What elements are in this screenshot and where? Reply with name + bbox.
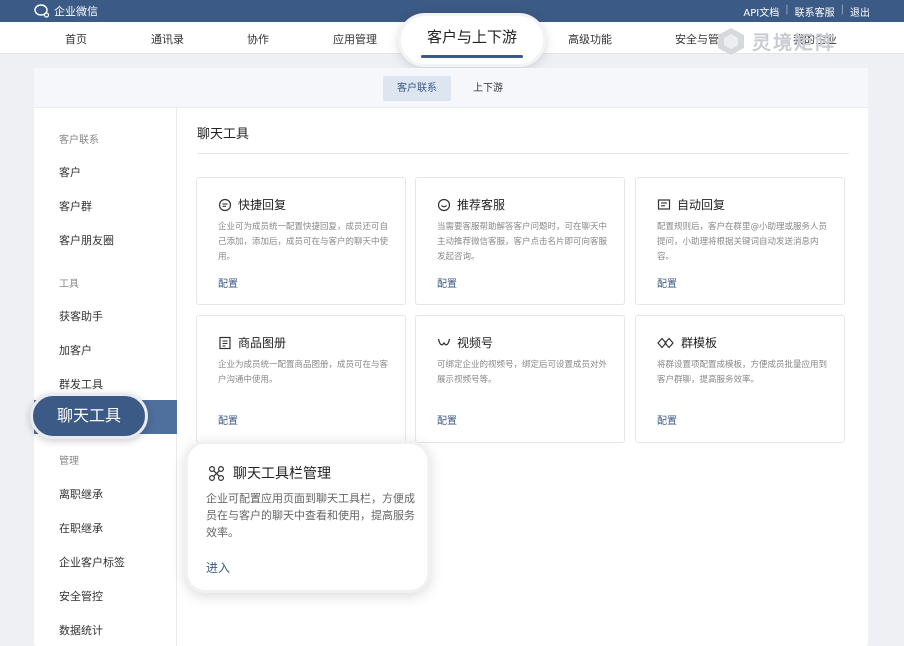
- contact-support-link[interactable]: 联系客服: [795, 4, 835, 19]
- sidebar-group-tools: 工具: [59, 279, 79, 290]
- separator: |: [840, 4, 844, 15]
- card-desc: 企业可为成员统一配置快捷回复，成员还可自己添加，添加后，成员可在与客户的聊天中使…: [218, 222, 389, 262]
- nav-active-label: 客户与上下游: [426, 28, 517, 46]
- card-title: 视频号: [457, 336, 494, 350]
- sidebar-item-acquisition[interactable]: 获客助手: [59, 308, 103, 324]
- card-desc: 配置规则后，客户在群里@小助理或服务人员提问，小助理将根据关键词自动发送消息内容…: [657, 222, 828, 262]
- nav-advanced[interactable]: 高级功能: [568, 31, 612, 47]
- nav-contacts[interactable]: 通讯录: [151, 31, 184, 47]
- sidebar-item-chat-tools[interactable]: 聊天工具: [30, 393, 148, 439]
- card-title: 商品图册: [238, 336, 287, 350]
- quick-reply-icon: [218, 198, 232, 211]
- nav-app-management[interactable]: 应用管理: [333, 31, 377, 47]
- watermark: 灵境矩阵: [716, 26, 836, 56]
- top-links: API文档 | 联系客服 | 退出: [743, 4, 870, 19]
- enter-link[interactable]: 进入: [206, 559, 230, 576]
- toolbar-manage-icon: [208, 465, 225, 481]
- sidebar-item-statistics[interactable]: 数据统计: [59, 622, 103, 638]
- card-title: 自动回复: [677, 198, 726, 212]
- wecom-logo-icon: [34, 4, 50, 18]
- separator: |: [785, 4, 789, 15]
- page-title: 聊天工具: [197, 127, 250, 142]
- channels-icon: [437, 338, 451, 345]
- sub-tabs: 客户联系 上下游: [34, 68, 868, 108]
- card-quick-reply: 快捷回复 企业可为成员统一配置快捷回复，成员还可自己添加，添加后，成员可在与客户…: [196, 177, 406, 305]
- configure-link[interactable]: 配置: [657, 412, 677, 427]
- auto-reply-icon: [657, 198, 671, 210]
- card-recommend-service: 推荐客服 当需要客服帮助解答客户问题时，可在聊天中主动推荐微信客服，客户点击名片…: [415, 177, 625, 305]
- tab-upstream-downstream[interactable]: 上下游: [459, 76, 517, 101]
- customer-service-icon: [437, 198, 451, 211]
- configure-link[interactable]: 配置: [437, 275, 457, 290]
- card-channels: 视频号 可绑定企业的视频号，绑定后可设置成员对外展示视频号等。 配置: [415, 315, 625, 443]
- card-title: 快捷回复: [238, 198, 287, 212]
- title-divider: [197, 153, 849, 154]
- configure-link[interactable]: 配置: [218, 412, 238, 427]
- api-docs-link[interactable]: API文档: [743, 4, 779, 19]
- card-product-catalog: 商品图册 企业为成员统一配置商品图册，成员可在与客户沟通中使用。 配置: [196, 315, 406, 443]
- sidebar-item-add-customer[interactable]: 加客户: [59, 342, 92, 358]
- sidebar: 客户联系 客户 客户群 客户朋友圈 工具 获客助手 加客户 群发工具 管理 离职…: [34, 108, 177, 646]
- card-desc: 企业可配置应用页面到聊天工具栏，方便成员在与客户的聊天中查看和使用，提高服务效率…: [206, 492, 415, 539]
- card-desc: 可绑定企业的视频号，绑定后可设置成员对外展示视频号等。: [437, 360, 608, 385]
- card-auto-reply: 自动回复 配置规则后，客户在群里@小助理或服务人员提问，小助理将根据关键词自动发…: [635, 177, 845, 305]
- card-toolbar-management: 聊天工具栏管理 企业可配置应用页面到聊天工具栏，方便成员在与客户的聊天中查看和使…: [185, 441, 430, 593]
- nav-collaboration[interactable]: 协作: [247, 31, 269, 47]
- configure-link[interactable]: 配置: [437, 412, 457, 427]
- card-desc: 当需要客服帮助解答客户问题时，可在聊天中主动推荐微信客服，客户点击名片即可向客服…: [437, 222, 608, 262]
- watermark-logo-icon: [718, 28, 744, 55]
- logout-link[interactable]: 退出: [850, 4, 870, 19]
- card-title: 聊天工具栏管理: [233, 466, 331, 482]
- sidebar-item-security-control[interactable]: 安全管控: [59, 588, 103, 604]
- watermark-text: 灵境矩阵: [752, 31, 837, 54]
- sidebar-item-resigned-transfer[interactable]: 离职继承: [59, 486, 103, 502]
- sidebar-item-moments[interactable]: 客户朋友圈: [59, 232, 114, 248]
- sidebar-item-customer-tags[interactable]: 企业客户标签: [59, 554, 125, 570]
- card-desc: 将群设置项配置成模板，方便成员批量应用到客户群聊，提高服务效率。: [657, 360, 828, 385]
- card-desc: 企业为成员统一配置商品图册，成员可在与客户沟通中使用。: [218, 360, 389, 385]
- brand-name: 企业微信: [54, 5, 98, 18]
- sidebar-group-customer-contact: 客户联系: [59, 135, 99, 146]
- tab-customer-contact[interactable]: 客户联系: [383, 76, 451, 101]
- nav-home[interactable]: 首页: [65, 31, 87, 47]
- configure-link[interactable]: 配置: [218, 275, 238, 290]
- sidebar-item-mass-send[interactable]: 群发工具: [59, 376, 103, 392]
- nav-active-indicator: [421, 55, 523, 58]
- sidebar-item-onjob-transfer[interactable]: 在职继承: [59, 520, 103, 536]
- brand-logo[interactable]: 企业微信: [34, 3, 98, 19]
- group-template-icon: [657, 337, 674, 348]
- sidebar-item-customers[interactable]: 客户: [59, 164, 81, 180]
- configure-link[interactable]: 配置: [657, 275, 677, 290]
- card-title: 群模板: [681, 336, 718, 350]
- card-title: 推荐客服: [457, 198, 506, 212]
- card-group-template: 群模板 将群设置项配置成模板，方便成员批量应用到客户群聊，提高服务效率。 配置: [635, 315, 845, 443]
- product-catalog-icon: [219, 336, 231, 349]
- sidebar-item-customer-groups[interactable]: 客户群: [59, 198, 92, 214]
- nav-customer-upstream[interactable]: 客户与上下游: [398, 13, 546, 67]
- sidebar-group-management: 管理: [59, 456, 79, 467]
